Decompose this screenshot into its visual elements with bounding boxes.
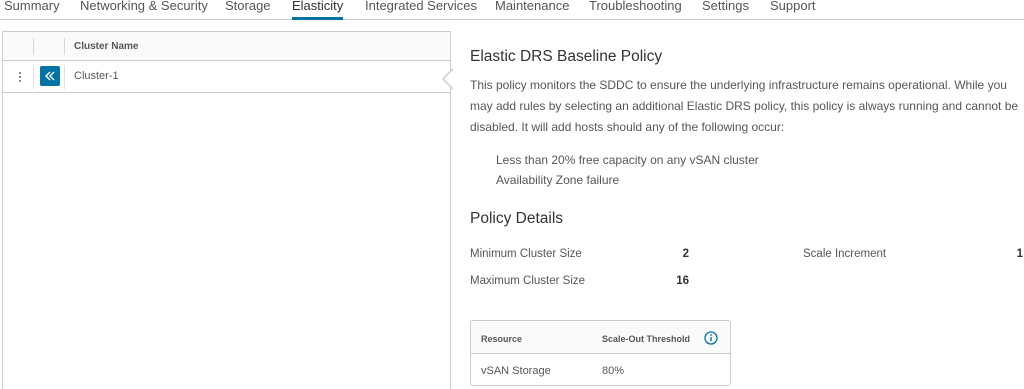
tab-settings[interactable]: Settings [702,0,749,15]
column-separator[interactable] [64,38,65,55]
double-chevron-left-icon [45,71,55,81]
threshold-cell: 80% [602,365,625,377]
condition-item: Availability Zone failure [496,173,620,187]
threshold-table: Resource Scale-Out Threshold vSAN Storag… [470,320,731,386]
scale-increment-label: Scale Increment [803,248,887,260]
policy-description: This policy monitors the SDDC to ensure … [470,78,1019,134]
vertical-ellipsis-icon[interactable] [13,68,27,86]
min-cluster-size-value: 2 [682,248,689,260]
column-header-cluster-name[interactable]: Cluster Name [74,41,138,52]
policy-details-title: Policy Details [470,210,564,227]
tab-elasticity[interactable]: Elasticity [292,0,344,20]
column-header-resource: Resource [481,334,523,344]
table-row[interactable]: Cluster-1 [3,61,450,93]
detail-pointer-fill [444,69,454,89]
tab-maintenance[interactable]: Maintenance [495,0,569,15]
tab-troubleshooting[interactable]: Troubleshooting [589,0,682,15]
max-cluster-size-value: 16 [676,275,689,287]
policy-title: Elastic DRS Baseline Policy [470,48,663,65]
tab-storage[interactable]: Storage [225,0,271,15]
condition-item: Less than 20% free capacity on any vSAN … [496,153,759,167]
tab-bar: Summary Networking & Security Storage El… [0,0,1024,20]
threshold-table-header: Resource Scale-Out Threshold [471,321,730,354]
tab-integrated-services[interactable]: Integrated Services [365,0,477,15]
cluster-grid: Cluster Name Cluster-1 [2,31,454,389]
info-circle-icon[interactable] [704,331,718,345]
tab-networking-security[interactable]: Networking & Security [80,0,208,15]
grid-header: Cluster Name [3,32,450,61]
tab-support[interactable]: Support [770,0,816,15]
expand-details-button[interactable] [40,66,60,86]
row-separator [33,65,34,89]
resource-cell: vSAN Storage [481,365,551,377]
row-separator [64,65,65,89]
min-cluster-size-label: Minimum Cluster Size [470,248,582,260]
column-separator[interactable] [33,38,34,55]
scale-increment-value: 1 [1016,248,1023,260]
max-cluster-size-label: Maximum Cluster Size [470,275,586,287]
column-header-scale-out-threshold: Scale-Out Threshold [602,334,691,344]
tab-summary[interactable]: Summary [4,0,60,15]
cluster-name-cell: Cluster-1 [74,70,119,82]
